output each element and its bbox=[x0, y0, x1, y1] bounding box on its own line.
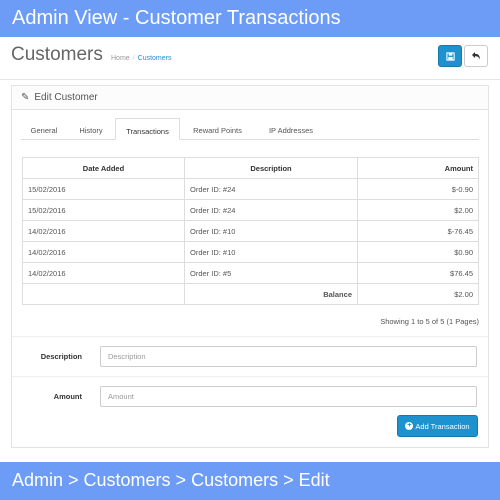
pagination-text: Showing 1 to 5 of 5 (1 Pages) bbox=[380, 317, 479, 326]
save-button[interactable] bbox=[438, 45, 462, 67]
cell-description: Order ID: #10 bbox=[184, 220, 358, 242]
table-row: 15/02/2016 Order ID: #24 $-0.90 bbox=[22, 178, 479, 200]
cell-description: Order ID: #5 bbox=[184, 262, 358, 284]
breadcrumb-home[interactable]: Home bbox=[111, 55, 130, 62]
pencil-icon: ✎ bbox=[21, 92, 30, 103]
amount-label: Amount bbox=[53, 392, 82, 401]
table-row: 15/02/2016 Order ID: #24 $2.00 bbox=[22, 199, 479, 221]
tab-transactions[interactable]: Transactions bbox=[115, 118, 180, 140]
edit-customer-panel: ✎ Edit Customer General History Transacti… bbox=[11, 85, 489, 448]
cell-amount: $76.45 bbox=[357, 262, 479, 284]
column-date-added[interactable]: Date Added bbox=[22, 157, 185, 179]
add-transaction-label: Add Transaction bbox=[415, 421, 470, 431]
page-header: Customers Home / Customers bbox=[0, 37, 500, 80]
cell-date: 14/02/2016 bbox=[22, 220, 185, 242]
cell-description: Order ID: #24 bbox=[184, 178, 358, 200]
cell-description: Order ID: #10 bbox=[184, 241, 358, 263]
back-button[interactable] bbox=[464, 45, 488, 67]
cell-amount: $-76.45 bbox=[357, 220, 479, 242]
cell-amount: $2.00 bbox=[357, 199, 479, 221]
cell-date: 14/02/2016 bbox=[22, 241, 185, 263]
panel-heading-title: Edit Customer bbox=[34, 92, 98, 103]
description-label: Description bbox=[40, 352, 82, 361]
column-description[interactable]: Description bbox=[184, 157, 358, 179]
balance-empty-cell bbox=[22, 283, 185, 305]
table-row: 14/02/2016 Order ID: #10 $0.90 bbox=[22, 241, 479, 263]
description-input[interactable] bbox=[100, 346, 477, 367]
balance-label: Balance bbox=[184, 283, 358, 305]
breadcrumb-separator: / bbox=[132, 55, 135, 62]
table-row: 14/02/2016 Order ID: #5 $76.45 bbox=[22, 262, 479, 284]
column-amount[interactable]: Amount bbox=[357, 157, 479, 179]
amount-form-group: Amount bbox=[12, 376, 488, 416]
amount-input[interactable] bbox=[100, 386, 477, 407]
breadcrumb-customers[interactable]: Customers bbox=[138, 55, 172, 62]
cell-amount: $-0.90 bbox=[357, 178, 479, 200]
table-row: 14/02/2016 Order ID: #10 $-76.45 bbox=[22, 220, 479, 242]
cell-date: 15/02/2016 bbox=[22, 178, 185, 200]
bottom-banner-breadcrumb: Admin > Customers > Customers > Edit bbox=[0, 462, 500, 500]
balance-value: $2.00 bbox=[357, 283, 479, 305]
save-icon bbox=[445, 51, 455, 61]
transactions-table: Date Added Description Amount 15/02/2016… bbox=[22, 157, 479, 305]
add-transaction-button[interactable]: + Add Transaction bbox=[397, 415, 478, 437]
table-header-row: Date Added Description Amount bbox=[22, 157, 479, 179]
page-title: Customers bbox=[11, 44, 103, 65]
customer-tabs: General History Transactions Reward Poin… bbox=[21, 118, 479, 140]
breadcrumb: Home / Customers bbox=[111, 55, 171, 62]
cell-amount: $0.90 bbox=[357, 241, 479, 263]
plus-circle-icon: + bbox=[405, 422, 414, 430]
tab-ip-addresses[interactable]: IP Addresses bbox=[255, 118, 327, 140]
cell-description: Order ID: #24 bbox=[184, 199, 358, 221]
description-form-group: Description bbox=[12, 336, 488, 376]
panel-heading: ✎ Edit Customer bbox=[12, 86, 488, 110]
balance-row: Balance $2.00 bbox=[22, 283, 479, 305]
tab-history[interactable]: History bbox=[67, 118, 115, 140]
top-banner-title: Admin View - Customer Transactions bbox=[0, 0, 500, 37]
tab-general[interactable]: General bbox=[21, 118, 67, 140]
cell-date: 15/02/2016 bbox=[22, 199, 185, 221]
tab-reward-points[interactable]: Reward Points bbox=[180, 118, 255, 140]
back-icon bbox=[472, 52, 480, 60]
cell-date: 14/02/2016 bbox=[22, 262, 185, 284]
